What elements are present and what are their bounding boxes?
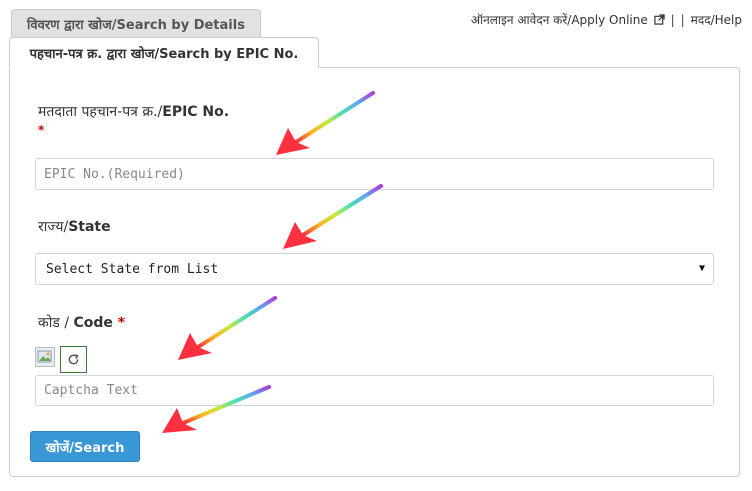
tab-search-by-details-label: विवरण द्वारा खोज/Search by Details [27, 17, 245, 33]
apply-online-label: ऑनलाइन आवेदन करें/Apply Online [470, 13, 648, 27]
captcha-required-mark: * [117, 315, 126, 331]
external-link-icon [653, 14, 665, 25]
epic-label-hi: मतदाता पहचान-पत्र क्र./ [38, 104, 163, 120]
state-label-hi: राज्य/ [38, 219, 69, 235]
state-label: राज्य/State [38, 217, 111, 236]
captcha-image [35, 347, 55, 367]
help-link[interactable]: मदद/Help [691, 11, 742, 28]
header-links: ऑनलाइन आवेदन करें/Apply Online | | मदद/H… [471, 11, 742, 28]
captcha-refresh-button[interactable] [60, 346, 87, 373]
state-select-value: Select State from List [46, 261, 219, 277]
epic-label-en: EPIC No. [162, 104, 230, 120]
refresh-icon [68, 354, 79, 365]
tab-search-by-details[interactable]: विवरण द्वारा खोज/Search by Details [11, 9, 261, 37]
tab-search-by-epic-label: पहचान-पत्र क्र. द्वारा खोज/Search by EPI… [29, 46, 299, 62]
link-separator: | [680, 12, 685, 27]
captcha-label: कोड / Code * [38, 313, 125, 332]
captcha-label-en: Code [73, 315, 113, 331]
broken-image-icon [37, 350, 52, 363]
epic-label: मतदाता पहचान-पत्र क्र./EPIC No. [38, 102, 229, 121]
state-label-en: State [68, 219, 111, 235]
epic-input[interactable] [35, 158, 714, 190]
epic-required-mark: * [38, 123, 45, 137]
state-select[interactable]: Select State from List ▼ [35, 253, 714, 285]
search-button[interactable]: खोजें/Search [30, 431, 140, 462]
captcha-label-hi: कोड / [38, 315, 74, 331]
captcha-input[interactable] [35, 375, 714, 406]
apply-online-link[interactable]: ऑनलाइन आवेदन करें/Apply Online [471, 11, 665, 28]
chevron-down-icon: ▼ [698, 263, 705, 274]
link-separator: | [670, 12, 675, 27]
search-page: विवरण द्वारा खोज/Search by Details पहचान… [0, 0, 752, 491]
tab-search-by-epic[interactable]: पहचान-पत्र क्र. द्वारा खोज/Search by EPI… [9, 37, 319, 68]
